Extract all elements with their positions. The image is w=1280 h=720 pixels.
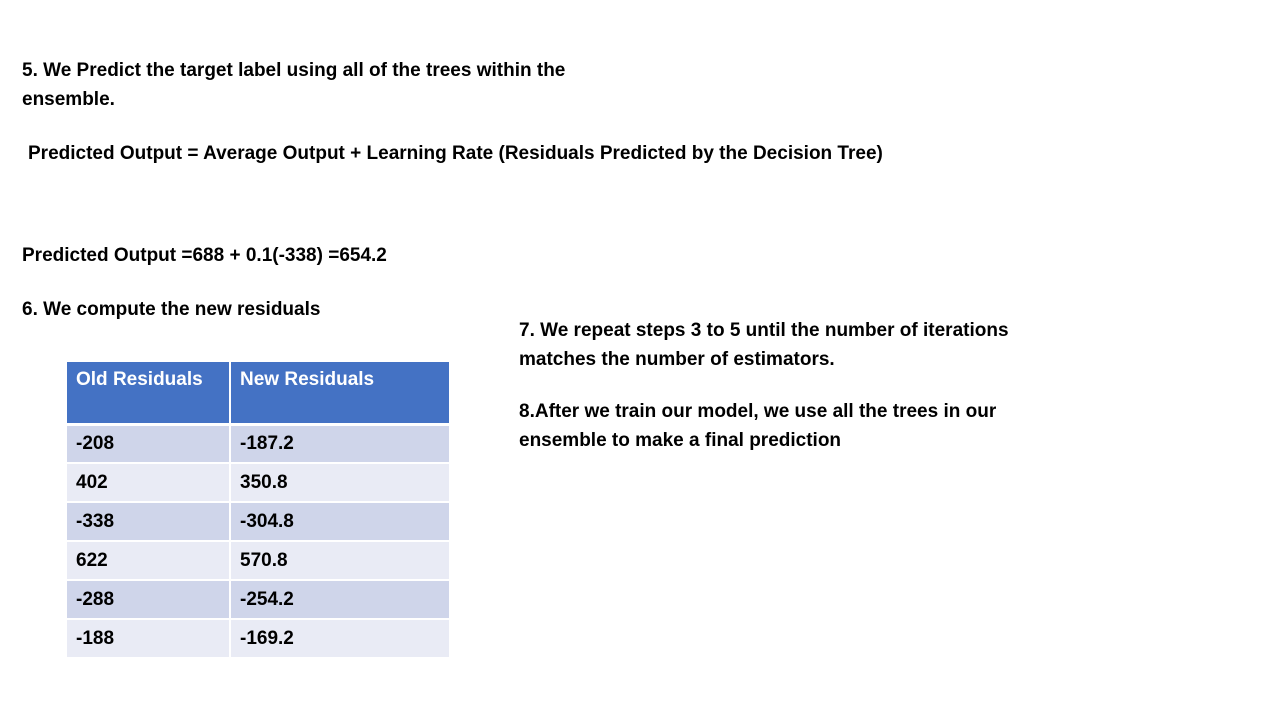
old-residual-cell: -338 [65, 501, 231, 542]
residuals-table: Old Residuals New Residuals -208 -187.2 … [65, 360, 451, 659]
table-header-row: Old Residuals New Residuals [65, 360, 451, 426]
new-residual-cell: 570.8 [229, 540, 451, 581]
calculation-text: Predicted Output =688 + 0.1(-338) =654.2 [22, 245, 387, 266]
table-row: -338 -304.8 [65, 501, 451, 542]
new-residual-cell: -187.2 [229, 423, 451, 464]
old-residual-cell: 402 [65, 462, 231, 503]
slide: 5. We Predict the target label using all… [0, 0, 1280, 720]
table-row: -188 -169.2 [65, 618, 451, 659]
header-new-residuals: New Residuals [229, 360, 451, 426]
table-row: 622 570.8 [65, 540, 451, 581]
step-6-text: 6. We compute the new residuals [22, 299, 321, 320]
old-residual-cell: -288 [65, 579, 231, 620]
table-row: -288 -254.2 [65, 579, 451, 620]
step-5-text: 5. We Predict the target label using all… [22, 60, 566, 110]
old-residual-cell: 622 [65, 540, 231, 581]
step-7-text: 7. We repeat steps 3 to 5 until the numb… [519, 320, 1009, 370]
new-residual-cell: -304.8 [229, 501, 451, 542]
new-residual-cell: -254.2 [229, 579, 451, 620]
old-residual-cell: -208 [65, 423, 231, 464]
old-residual-cell: -188 [65, 618, 231, 659]
new-residual-cell: -169.2 [229, 618, 451, 659]
header-old-residuals: Old Residuals [65, 360, 231, 426]
new-residual-cell: 350.8 [229, 462, 451, 503]
formula-text: Predicted Output = Average Output + Lear… [28, 143, 883, 164]
step-8-text: 8.After we train our model, we use all t… [519, 401, 997, 451]
table-row: 402 350.8 [65, 462, 451, 503]
table-row: -208 -187.2 [65, 423, 451, 464]
